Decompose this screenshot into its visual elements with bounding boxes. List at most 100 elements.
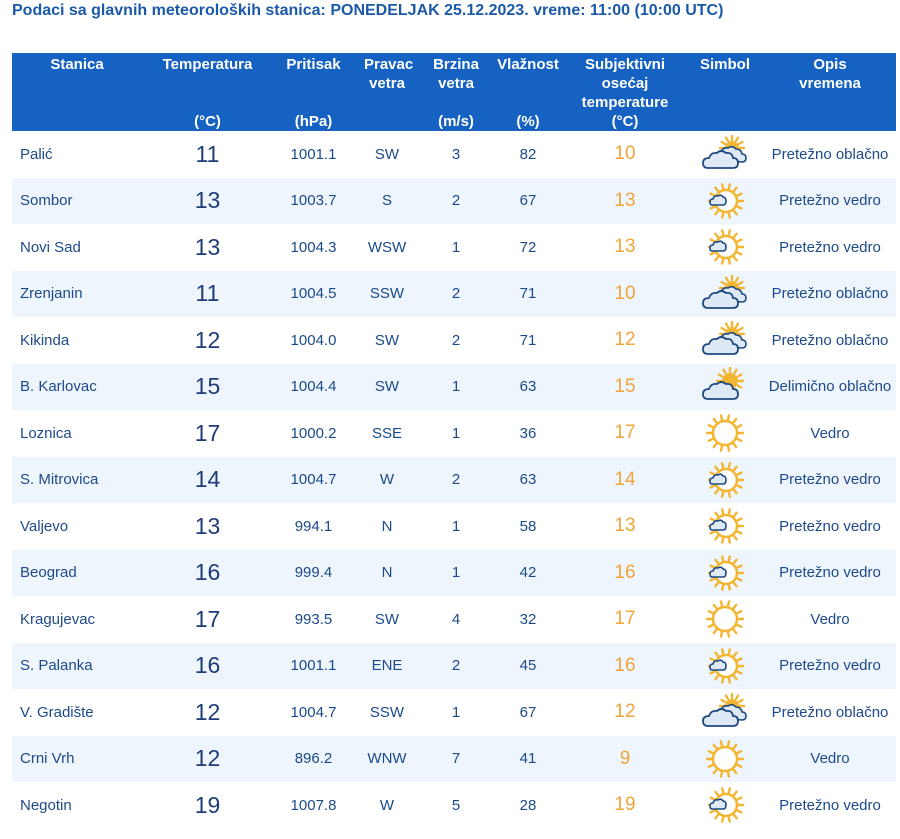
weather-description: Pretežno oblačno [771, 703, 889, 721]
temperature-value: 14 [194, 466, 221, 493]
humidity-value: 82 [519, 145, 537, 163]
station-name: Beograd [20, 564, 77, 582]
table-row: Crni Vrh 12 896.2 WNW 7 41 9 Vedro [12, 735, 896, 783]
temperature-value: 13 [194, 233, 221, 260]
humidity-value: 58 [519, 517, 537, 535]
station-name: Sombor [20, 192, 73, 210]
humidity-value: 41 [519, 750, 537, 768]
feels-like-value: 14 [614, 468, 636, 490]
humidity-value: 67 [519, 703, 537, 721]
station-name: Kragujevac [20, 610, 96, 628]
header-humidity-label: Vlažnost [497, 56, 559, 73]
pressure-value: 1004.3 [290, 238, 337, 256]
humidity-value: 71 [519, 285, 537, 303]
station-name: Loznica [20, 424, 72, 442]
pressure-value: 1001.1 [290, 657, 337, 675]
humidity-value: 67 [519, 192, 537, 210]
feels-like-value: 13 [614, 236, 636, 258]
wind-speed-value: 2 [451, 285, 461, 303]
table-row: V. Gradište 12 1004.7 SSW 1 67 12 Pretež… [12, 689, 896, 736]
station-name: V. Gradište [20, 703, 94, 721]
weather-description: Pretežno vedro [779, 192, 881, 210]
cloudy-sun-icon [686, 689, 764, 736]
wind-direction-value: SSE [371, 424, 402, 442]
table-body: Palić 11 1001.1 SW 3 82 10 Pretežno obla… [12, 131, 896, 829]
wind-direction-value: SW [374, 378, 400, 396]
feels-like-value: 12 [614, 329, 636, 351]
weather-description: Pretežno vedro [779, 517, 881, 535]
table-row: Kragujevac 17 993.5 SW 4 32 17 Vedro [12, 596, 896, 643]
weather-description: Pretežno oblačno [771, 331, 889, 349]
table-row: Valjevo 13 994.1 N 1 58 13 Pretežno vedr… [12, 503, 896, 550]
wind-speed-value: 5 [451, 796, 461, 814]
feels-like-value: 13 [614, 189, 636, 211]
pressure-value: 994.1 [294, 517, 333, 535]
wind-speed-value: 2 [451, 192, 461, 210]
header-pressure-unit: (hPa) [294, 113, 333, 130]
sun-small-cloud-icon [686, 457, 764, 504]
wind-direction-value: SSW [369, 703, 405, 721]
table-row: Negotin 19 1007.8 W 5 28 19 Pretežno ved… [12, 782, 896, 829]
header-wind-speed-unit: (m/s) [438, 113, 474, 130]
weather-description: Pretežno vedro [779, 657, 881, 675]
pressure-value: 1004.0 [290, 331, 337, 349]
sun-icon [686, 596, 764, 643]
pressure-value: 1004.7 [290, 703, 337, 721]
temperature-value: 12 [194, 326, 221, 353]
humidity-value: 71 [519, 331, 537, 349]
wind-direction-value: W [379, 471, 395, 489]
wind-speed-value: 7 [451, 750, 461, 768]
station-name: Negotin [20, 796, 72, 814]
wind-direction-value: N [381, 564, 393, 582]
sun-small-cloud-icon [686, 550, 764, 597]
feels-like-value: 9 [619, 747, 631, 769]
wind-direction-value: ENE [371, 657, 403, 675]
humidity-value: 63 [519, 471, 537, 489]
pressure-value: 1004.4 [290, 378, 337, 396]
pressure-value: 999.4 [294, 564, 333, 582]
header-station-label: Stanica [50, 56, 104, 73]
station-name: Kikinda [20, 331, 70, 349]
humidity-value: 32 [519, 610, 537, 628]
wind-direction-value: SSW [369, 285, 405, 303]
wind-speed-value: 1 [451, 703, 461, 721]
wind-speed-value: 1 [451, 517, 461, 535]
weather-description: Pretežno vedro [779, 471, 881, 489]
station-name: S. Mitrovica [20, 471, 99, 489]
table-row: Zrenjanin 11 1004.5 SSW 2 71 10 Pretežno… [12, 270, 896, 317]
temperature-value: 19 [194, 791, 221, 818]
pressure-value: 896.2 [294, 750, 333, 768]
temperature-value: 12 [194, 698, 221, 725]
weather-description: Delimično oblačno [768, 378, 892, 396]
weather-description: Vedro [810, 424, 850, 442]
pressure-value: 1000.2 [290, 424, 337, 442]
header-wind-speed-label: Brzina vetra [433, 56, 479, 92]
temperature-value: 17 [194, 605, 221, 632]
temperature-value: 13 [194, 512, 221, 539]
table-row: S. Palanka 16 1001.1 ENE 2 45 16 Pretežn… [12, 642, 896, 690]
header-pressure: Pritisak (hPa) [273, 53, 354, 131]
sun-icon [686, 410, 764, 457]
header-description: Opis vremena [764, 53, 896, 131]
pressure-value: 1003.7 [290, 192, 337, 210]
sun-icon [686, 736, 764, 783]
wind-speed-value: 3 [451, 145, 461, 163]
sun-small-cloud-icon [686, 782, 764, 829]
temperature-value: 12 [194, 745, 221, 772]
wind-direction-value: WSW [367, 238, 407, 256]
feels-like-value: 13 [614, 515, 636, 537]
wind-speed-value: 2 [451, 657, 461, 675]
pressure-value: 1007.8 [290, 796, 337, 814]
wind-speed-value: 2 [451, 471, 461, 489]
header-pressure-label: Pritisak [286, 56, 341, 73]
wind-speed-value: 1 [451, 564, 461, 582]
partly-cloudy-icon [686, 364, 764, 411]
wind-direction-value: N [381, 517, 393, 535]
table-row: Palić 11 1001.1 SW 3 82 10 Pretežno obla… [12, 131, 896, 178]
header-feels-like-label: Subjektivni osećaj temperature [581, 56, 669, 111]
weather-description: Vedro [810, 610, 850, 628]
sun-small-cloud-icon [686, 643, 764, 690]
sun-small-cloud-icon [686, 178, 764, 225]
feels-like-value: 19 [614, 794, 636, 816]
humidity-value: 63 [519, 378, 537, 396]
